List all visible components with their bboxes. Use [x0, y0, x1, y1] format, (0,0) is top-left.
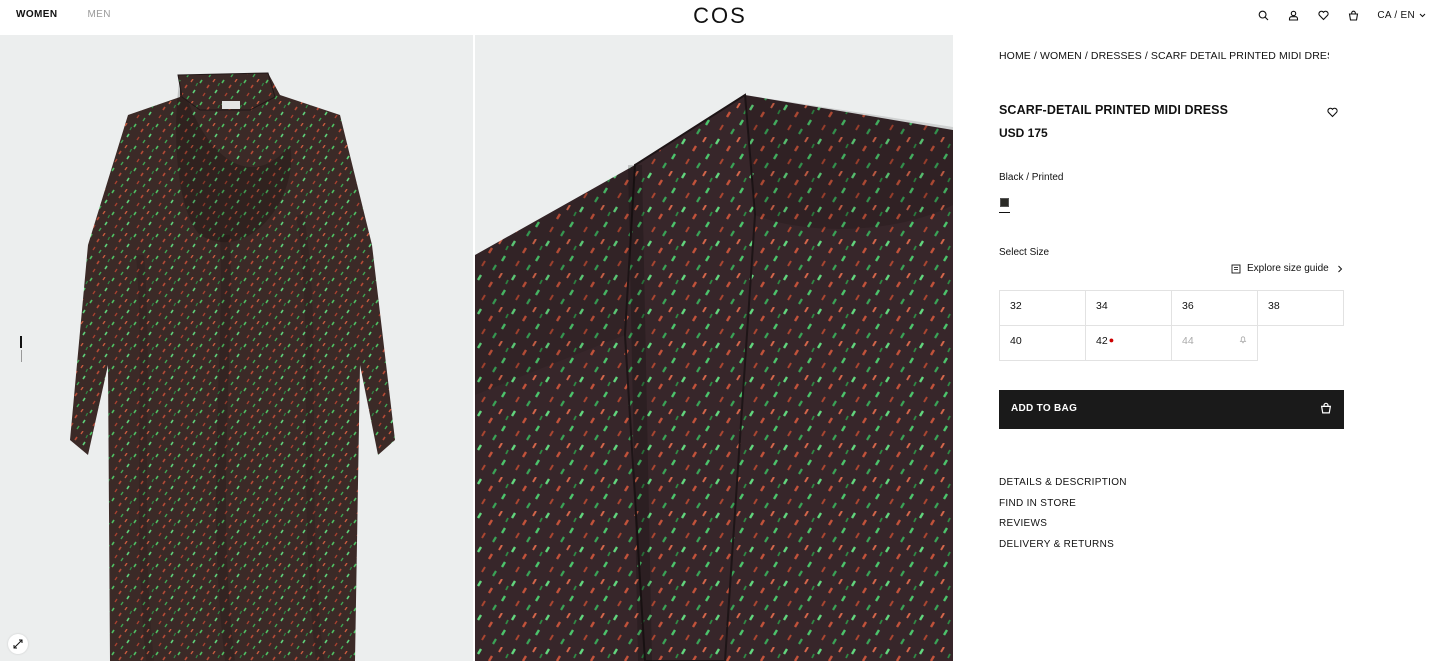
product-image-front[interactable] [0, 35, 473, 661]
size-label: 40 [1010, 335, 1022, 347]
chevron-down-icon [1419, 13, 1426, 17]
size-label: 44 [1182, 335, 1194, 347]
locale-selector[interactable]: CA / EN [1377, 10, 1426, 21]
locale-label: CA / EN [1377, 9, 1415, 21]
gallery-indicator[interactable] [20, 336, 22, 362]
heart-icon[interactable] [1327, 105, 1338, 118]
chevron-right-icon [1337, 265, 1342, 272]
size-option-32[interactable]: 32 [999, 290, 1086, 326]
low-stock-dot: ● [1108, 335, 1115, 345]
bag-icon [1320, 402, 1332, 414]
size-label: 32 [1010, 300, 1022, 312]
size-option-40[interactable]: 40 [999, 325, 1086, 361]
find-in-store-link[interactable]: FIND IN STORE [999, 498, 1127, 519]
header-actions: CA / EN [1257, 8, 1426, 22]
add-to-bag-button[interactable]: ADD TO BAG [999, 390, 1344, 429]
swatch-selected-indicator [999, 212, 1010, 213]
bell-icon [1239, 336, 1247, 344]
info-links: DETAILS & DESCRIPTION FIND IN STORE REVI… [999, 477, 1127, 559]
size-label: 38 [1268, 300, 1280, 312]
color-name: Black / Printed [999, 172, 1064, 183]
site-header: WOMEN MEN COS CA / EN [0, 0, 1440, 32]
product-image-detail[interactable] [475, 35, 953, 661]
details-description-link[interactable]: DETAILS & DESCRIPTION [999, 477, 1127, 498]
size-label: 34 [1096, 300, 1108, 312]
size-label: 42 [1096, 335, 1108, 347]
product-title: SCARF-DETAIL PRINTED MIDI DRESS [999, 103, 1229, 117]
heart-icon[interactable] [1317, 8, 1329, 22]
search-icon[interactable] [1257, 8, 1269, 22]
expand-icon[interactable] [8, 634, 28, 654]
brand-logo[interactable]: COS [0, 3, 1440, 29]
breadcrumb[interactable]: HOME / WOMEN / DRESSES / SCARF DETAIL PR… [999, 50, 1329, 62]
account-icon[interactable] [1287, 8, 1299, 22]
delivery-returns-link[interactable]: DELIVERY & RETURNS [999, 539, 1127, 560]
add-to-bag-label: ADD TO BAG [1011, 403, 1078, 414]
size-option-44[interactable]: 44 [1171, 325, 1258, 361]
product-price: USD 175 [999, 126, 1048, 140]
size-option-42[interactable]: 42● [1085, 325, 1172, 361]
bag-icon[interactable] [1347, 8, 1359, 22]
size-guide-label: Explore size guide [1247, 263, 1329, 274]
size-option-34[interactable]: 34 [1085, 290, 1172, 326]
size-option-36[interactable]: 36 [1171, 290, 1258, 326]
ruler-icon [1231, 264, 1241, 273]
size-guide-link[interactable]: Explore size guide [1231, 263, 1343, 274]
size-option-38[interactable]: 38 [1257, 290, 1344, 326]
size-label: 36 [1182, 300, 1194, 312]
reviews-link[interactable]: REVIEWS [999, 518, 1127, 539]
select-size-label: Select Size [999, 247, 1050, 258]
color-swatch[interactable] [1000, 198, 1009, 207]
